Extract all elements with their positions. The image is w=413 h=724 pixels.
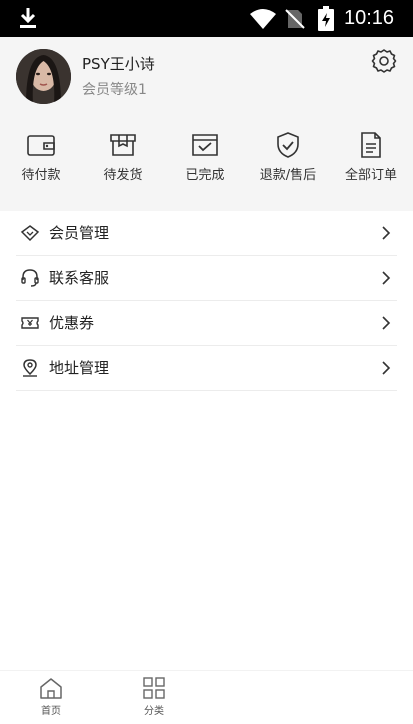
nav-label: 分类 [144, 706, 164, 717]
account-menu: 会员管理 联系客服 优惠券 地址管理 [16, 211, 397, 391]
order-pending-shipment[interactable]: 待发货 [83, 132, 163, 192]
nav-item-home[interactable]: 首页 [21, 677, 81, 717]
order-pending-payment[interactable]: 待付款 [1, 132, 81, 192]
grid-icon [124, 677, 184, 699]
order-refund-aftersale[interactable]: 退款/售后 [248, 132, 328, 192]
user-name: PSY王小诗 [82, 55, 155, 73]
menu-label: 优惠券 [49, 314, 95, 332]
chevron-right-icon [381, 270, 391, 286]
coupon-icon [20, 313, 40, 333]
shield-check-icon [248, 132, 328, 158]
headset-icon [20, 268, 40, 288]
gear-icon[interactable] [371, 48, 397, 74]
status-bar: 10:16 [0, 0, 413, 37]
wallet-icon [1, 132, 81, 158]
location-icon [20, 358, 40, 378]
menu-item-address[interactable]: 地址管理 [16, 346, 397, 391]
profile-header: PSY王小诗 会员等级1 待付款 待发货 已完成 退款/售后 全部订单 [0, 37, 413, 211]
menu-item-customer-service[interactable]: 联系客服 [16, 256, 397, 301]
my-account-screen: 10:16 PSY王小诗 会员等级1 待付款 待发货 已完成 退款/售后 全部订… [0, 0, 413, 724]
member-level: 会员等级1 [82, 82, 147, 98]
clock-time: 10:16 [344, 7, 395, 29]
order-label: 退款/售后 [259, 168, 317, 183]
completed-box-icon [165, 132, 245, 158]
home-icon [21, 677, 81, 699]
menu-label: 地址管理 [49, 359, 110, 377]
order-completed[interactable]: 已完成 [165, 132, 245, 192]
wifi-icon [249, 8, 277, 34]
menu-item-membership[interactable]: 会员管理 [16, 211, 397, 256]
order-all[interactable]: 全部订单 [331, 132, 411, 192]
order-label: 待付款 [21, 168, 61, 183]
order-label: 已完成 [185, 168, 225, 183]
avatar[interactable] [16, 49, 71, 104]
no-sim-icon [284, 8, 306, 34]
menu-item-coupons[interactable]: 优惠券 [16, 301, 397, 346]
order-shortcuts: 待付款 待发货 已完成 退款/售后 全部订单 [0, 132, 413, 192]
menu-label: 会员管理 [49, 224, 110, 242]
document-icon [331, 132, 411, 158]
diamond-icon [20, 223, 40, 243]
download-icon [17, 6, 39, 34]
chevron-right-icon [381, 315, 391, 331]
bottom-nav: 首页 分类 [0, 670, 413, 724]
order-label: 全部订单 [344, 168, 397, 183]
nav-label: 首页 [41, 706, 61, 717]
chevron-right-icon [381, 225, 391, 241]
chevron-right-icon [381, 360, 391, 376]
nav-item-category[interactable]: 分类 [124, 677, 184, 717]
menu-label: 联系客服 [49, 269, 110, 287]
battery-charging-icon [317, 6, 335, 36]
package-icon [83, 132, 163, 158]
order-label: 待发货 [103, 168, 143, 183]
